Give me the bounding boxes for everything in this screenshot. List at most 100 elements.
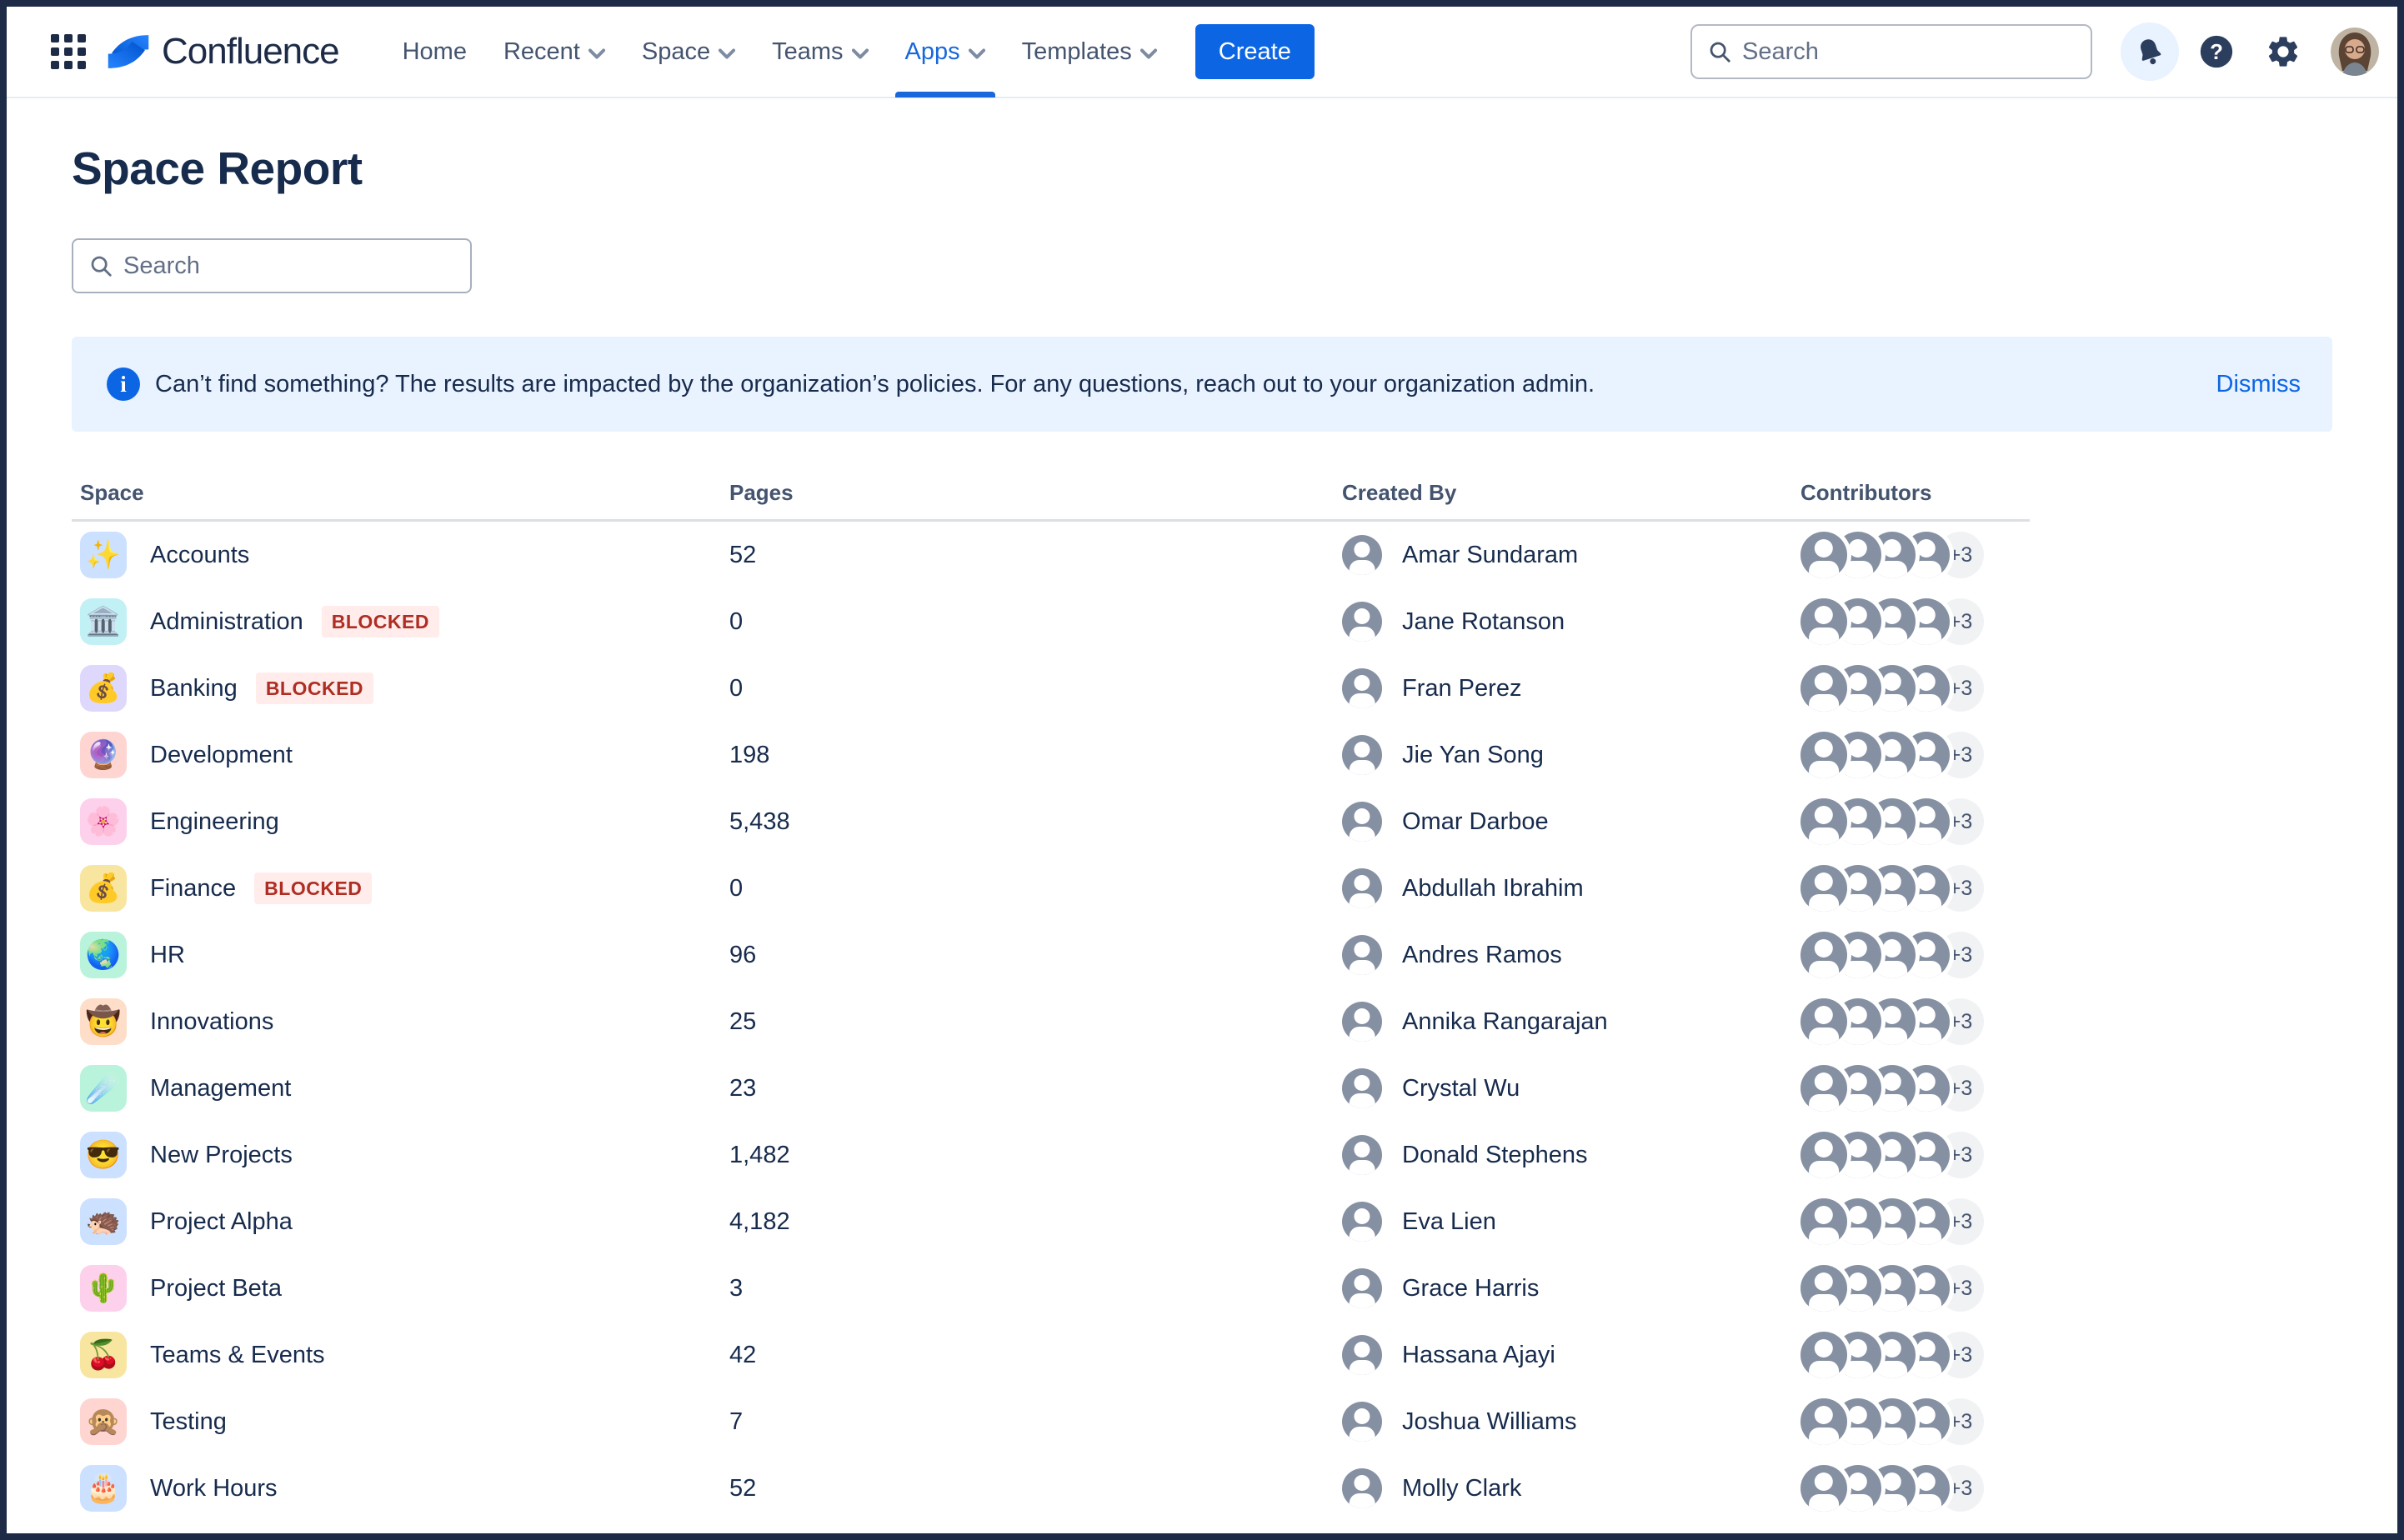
space-name[interactable]: Project Alpha [150, 1208, 293, 1236]
space-name[interactable]: Administration [150, 608, 303, 636]
confluence-logo[interactable]: Confluence [107, 31, 339, 72]
space-icon: 🌸 [80, 798, 127, 845]
create-button[interactable]: Create [1195, 24, 1315, 79]
creator-avatar-icon [1342, 602, 1382, 642]
nav-item-templates[interactable]: Templates [1004, 6, 1175, 98]
table-row[interactable]: 🌵 Project Beta 3 Grace Harris +3 [72, 1255, 2030, 1322]
report-search[interactable] [72, 238, 472, 293]
table-row[interactable]: ☄️ Management 23 Crystal Wu +3 [72, 1055, 2030, 1122]
table-row[interactable]: 💰 Banking BLOCKED 0 Fran Perez +3 [72, 655, 2030, 722]
creator-name: Hassana Ajayi [1402, 1342, 1555, 1369]
space-name[interactable]: Banking [150, 675, 238, 702]
creator-avatar-icon [1342, 868, 1382, 908]
contributors-cell[interactable]: +3 [1800, 1398, 2030, 1445]
table-row[interactable]: ✨ Accounts 52 Amar Sundaram +3 [72, 522, 2030, 588]
contributor-avatar-icon [1800, 798, 1847, 845]
space-name[interactable]: New Projects [150, 1142, 293, 1169]
help-button[interactable]: ? [2187, 22, 2246, 81]
creator-name: Donald Stephens [1402, 1142, 1588, 1169]
space-cell: 💰 Banking BLOCKED [72, 665, 729, 712]
table-row[interactable]: 🔮 Development 198 Jie Yan Song +3 [72, 722, 2030, 788]
app-switcher-button[interactable] [42, 25, 95, 78]
space-emoji: 🤠 [86, 1008, 121, 1036]
creator-avatar-icon [1342, 1135, 1382, 1175]
table-row[interactable]: 🌸 Engineering 5,438 Omar Darboe +3 [72, 788, 2030, 855]
contributors-cell[interactable]: +3 [1800, 1132, 2030, 1178]
space-name[interactable]: Accounts [150, 542, 249, 569]
creator-cell: Jie Yan Song [1342, 735, 1800, 775]
contributors-cell[interactable]: +3 [1800, 665, 2030, 712]
table-row[interactable]: 🌏 HR 96 Andres Ramos +3 [72, 922, 2030, 988]
contributors-cell[interactable]: +3 [1800, 732, 2030, 778]
pages-value: 0 [729, 875, 1342, 902]
contributors-cell[interactable]: +3 [1800, 1265, 2030, 1312]
nav-item-teams[interactable]: Teams [754, 6, 886, 98]
nav-item-label: Templates [1022, 38, 1132, 66]
space-name[interactable]: Work Hours [150, 1475, 278, 1502]
space-name[interactable]: Testing [150, 1408, 227, 1436]
space-name[interactable]: Project Beta [150, 1275, 282, 1302]
space-name[interactable]: Teams & Events [150, 1342, 325, 1369]
chevron-down-icon [588, 48, 605, 59]
table-row[interactable]: 🤠 Innovations 25 Annika Rangarajan +3 [72, 988, 2030, 1055]
creator-name: Abdullah Ibrahim [1402, 875, 1584, 902]
contributors-cell[interactable]: +3 [1800, 1332, 2030, 1378]
contributors-cell[interactable]: +3 [1800, 1465, 2030, 1512]
notifications-button[interactable] [2121, 22, 2179, 81]
space-cell: 🦔 Project Alpha [72, 1198, 729, 1245]
dismiss-button[interactable]: Dismiss [2216, 371, 2301, 398]
contributor-avatar-icon [1800, 665, 1847, 712]
space-name[interactable]: HR [150, 942, 185, 969]
space-emoji: 💰 [86, 874, 121, 902]
space-report-table: Space Pages Created By Contributors ✨ Ac… [72, 480, 2030, 1522]
table-row[interactable]: 🎂 Work Hours 52 Molly Clark +3 [72, 1455, 2030, 1522]
contributors-cell[interactable]: +3 [1800, 1198, 2030, 1245]
space-icon: 🤠 [80, 998, 127, 1045]
table-row[interactable]: 🦔 Project Alpha 4,182 Eva Lien +3 [72, 1188, 2030, 1255]
contributors-cell[interactable]: +3 [1800, 1065, 2030, 1112]
table-row[interactable]: 🙊 Testing 7 Joshua Williams +3 [72, 1388, 2030, 1455]
table-row[interactable]: 🏛️ Administration BLOCKED 0 Jane Rotanso… [72, 588, 2030, 655]
space-name[interactable]: Finance [150, 875, 236, 902]
space-icon: ✨ [80, 532, 127, 578]
page-title: Space Report [72, 142, 2332, 195]
pages-value: 0 [729, 675, 1342, 702]
user-avatar[interactable] [2331, 28, 2379, 76]
table-row[interactable]: 💰 Finance BLOCKED 0 Abdullah Ibrahim +3 [72, 855, 2030, 922]
nav-item-home[interactable]: Home [384, 6, 485, 98]
space-cell: 🏛️ Administration BLOCKED [72, 598, 729, 645]
creator-name: Jane Rotanson [1402, 608, 1565, 636]
global-search[interactable] [1690, 24, 2092, 79]
creator-name: Eva Lien [1402, 1208, 1496, 1236]
space-cell: ☄️ Management [72, 1065, 729, 1112]
logo-wordmark: Confluence [162, 31, 339, 72]
pages-value: 25 [729, 1008, 1342, 1036]
contributors-cell[interactable]: +3 [1800, 798, 2030, 845]
space-name[interactable]: Management [150, 1075, 291, 1102]
table-row[interactable]: 😎 New Projects 1,482 Donald Stephens +3 [72, 1122, 2030, 1188]
nav-item-space[interactable]: Space [624, 6, 754, 98]
space-name[interactable]: Engineering [150, 808, 279, 836]
report-search-input[interactable] [123, 252, 455, 280]
global-search-input[interactable] [1742, 38, 2076, 66]
space-name[interactable]: Development [150, 742, 293, 769]
contributors-cell[interactable]: +3 [1800, 598, 2030, 645]
creator-cell: Fran Perez [1342, 668, 1800, 708]
creator-name: Crystal Wu [1402, 1075, 1520, 1102]
space-cell: ✨ Accounts [72, 532, 729, 578]
top-navigation: Confluence Home Recent Space Teams Apps … [7, 7, 2397, 98]
nav-item-recent[interactable]: Recent [485, 6, 624, 98]
search-icon [88, 253, 113, 278]
space-name[interactable]: Innovations [150, 1008, 273, 1036]
creator-avatar-icon [1342, 1335, 1382, 1375]
contributors-cell[interactable]: +3 [1800, 932, 2030, 978]
settings-button[interactable] [2254, 22, 2312, 81]
pages-value: 96 [729, 942, 1342, 969]
contributors-cell[interactable]: +3 [1800, 532, 2030, 578]
contributors-cell[interactable]: +3 [1800, 998, 2030, 1045]
table-row[interactable]: 🍒 Teams & Events 42 Hassana Ajayi +3 [72, 1322, 2030, 1388]
nav-item-apps[interactable]: Apps [887, 6, 1004, 98]
contributors-cell[interactable]: +3 [1800, 865, 2030, 912]
space-icon: 🙊 [80, 1398, 127, 1445]
creator-cell: Abdullah Ibrahim [1342, 868, 1800, 908]
